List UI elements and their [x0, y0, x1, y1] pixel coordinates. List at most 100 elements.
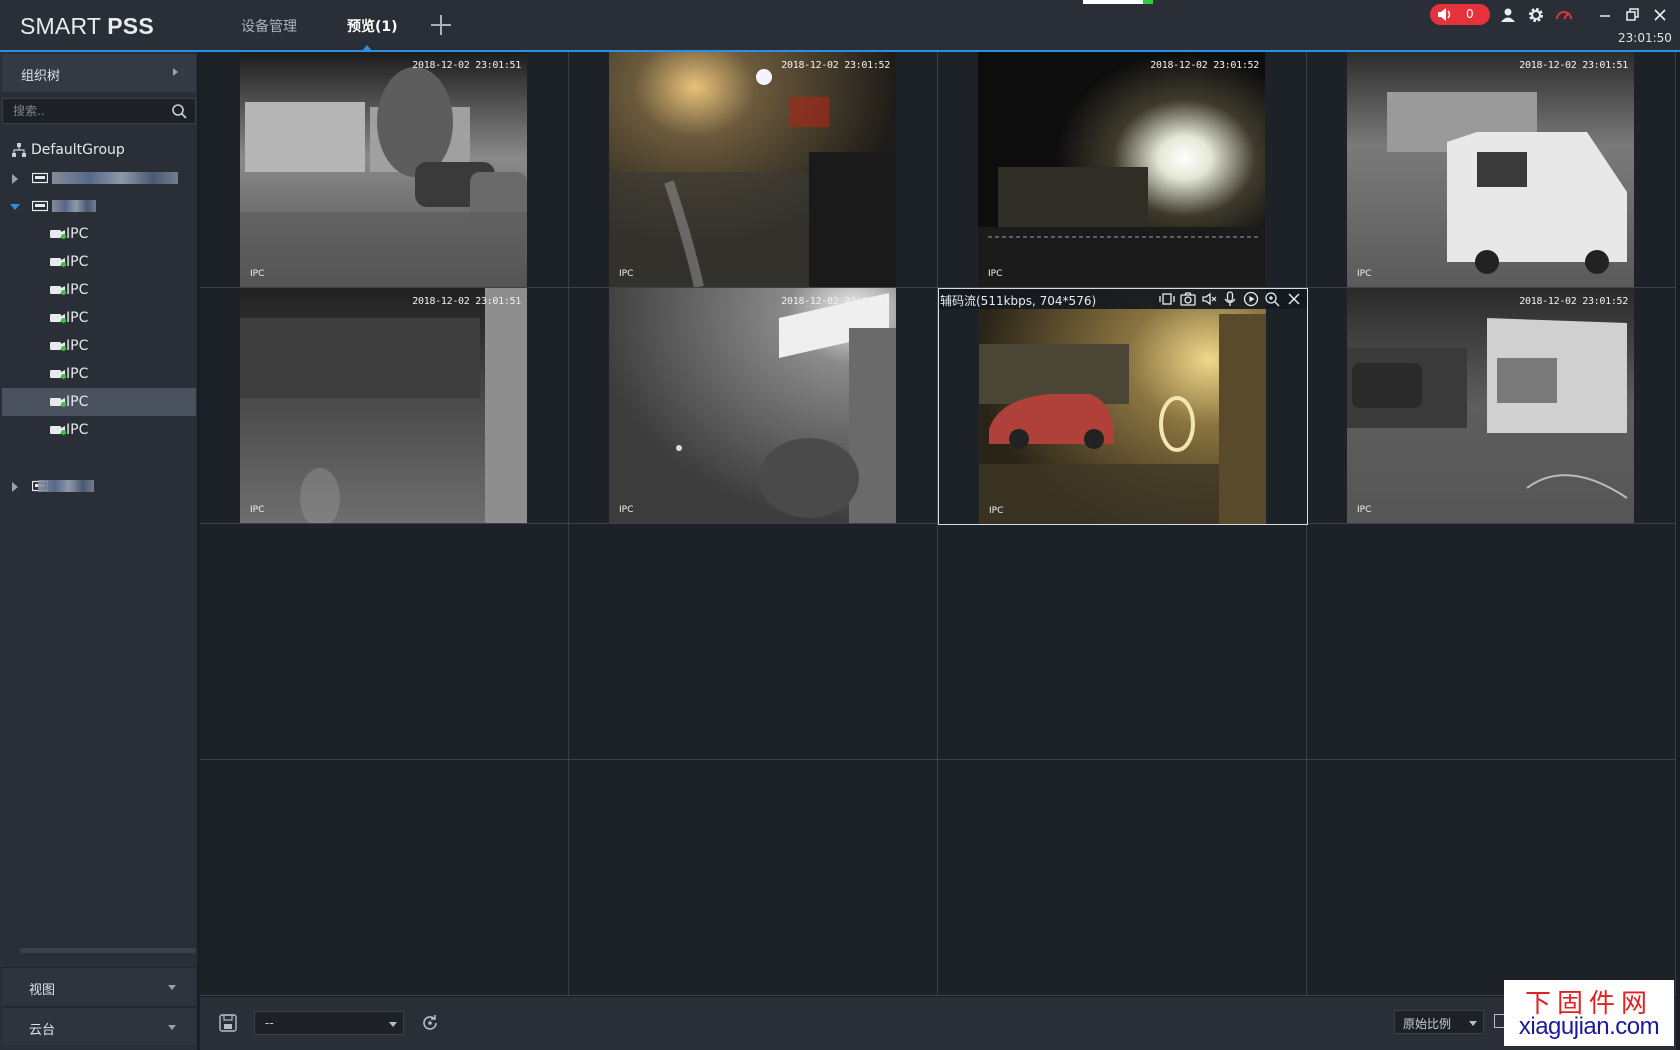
video-feed: 2018-12-02 23:01:52 IPC	[978, 52, 1265, 287]
chevron-down-icon	[168, 985, 176, 990]
restore-icon[interactable]	[1623, 6, 1641, 24]
user-icon[interactable]	[1499, 6, 1517, 24]
camera-snapshot-icon[interactable]	[1180, 291, 1196, 307]
tree-root-group[interactable]: DefaultGroup	[2, 136, 196, 164]
feed-channel-label: IPC	[989, 506, 1004, 516]
refresh-icon[interactable]	[420, 1013, 440, 1033]
redacted-device-name	[38, 480, 94, 492]
ipc-camera-icon	[50, 342, 66, 351]
ipc-camera-icon	[50, 286, 66, 295]
video-window-10[interactable]	[569, 524, 938, 760]
feed-timestamp: 2018-12-02 23:01:51	[412, 296, 521, 307]
feed-channel-label: IPC	[1357, 505, 1372, 515]
video-window-5[interactable]: 2018-12-02 23:01:51 IPC	[200, 288, 569, 524]
tree-channel[interactable]: IPC	[2, 304, 196, 332]
video-window-8[interactable]: 2018-12-02 23:01:52 IPC	[1307, 288, 1676, 524]
microphone-icon[interactable]	[1222, 291, 1238, 307]
app-logo: SMART PSS	[20, 13, 154, 39]
tree-channel[interactable]: IPC	[2, 220, 196, 248]
video-feed: 2018-12-02 23:01:51 IPC	[609, 288, 896, 523]
alarm-button[interactable]: 0	[1430, 4, 1490, 25]
ptz-panel-header[interactable]: 云台	[2, 1007, 196, 1045]
redacted-device-name	[52, 200, 96, 212]
video-feed: IPC	[979, 289, 1266, 524]
search-input[interactable]	[13, 103, 163, 119]
video-window-6[interactable]: 2018-12-02 23:01:51 IPC	[569, 288, 938, 524]
root-group-label: DefaultGroup	[31, 142, 125, 158]
video-window-1[interactable]: 2018-12-02 23:01:51 IPC	[200, 52, 569, 288]
video-window-4[interactable]: 2018-12-02 23:01:51 IPC	[1307, 52, 1676, 288]
window-drag-strip	[1083, 0, 1153, 4]
org-tree-header[interactable]: 组织树	[2, 54, 196, 92]
channel-label: IPC	[66, 422, 89, 438]
feed-timestamp: 2018-12-02 23:01:52	[1150, 60, 1259, 71]
expand-caret-icon[interactable]	[12, 482, 18, 492]
tree-device-1[interactable]	[2, 164, 196, 192]
video-window-14[interactable]	[569, 760, 938, 996]
expand-arrow-icon	[173, 68, 178, 76]
feed-channel-label: IPC	[250, 505, 265, 515]
tree-device-3[interactable]	[2, 472, 196, 500]
chevron-down-icon	[1469, 1021, 1477, 1026]
channel-label: IPC	[66, 254, 89, 270]
search-icon[interactable]	[171, 103, 187, 119]
close-icon[interactable]	[1651, 6, 1669, 24]
tree-channel[interactable]: IPC	[2, 332, 196, 360]
view-panel-label: 视图	[29, 983, 56, 998]
ipc-camera-icon	[50, 258, 66, 267]
gear-icon[interactable]	[1527, 6, 1545, 24]
aspect-ratio-value: 原始比例	[1403, 1017, 1452, 1031]
add-tab-button[interactable]	[428, 12, 454, 38]
performance-gauge-icon[interactable]	[1555, 6, 1573, 24]
org-structure-icon	[12, 143, 26, 157]
ipc-camera-icon	[50, 370, 66, 379]
zoom-in-icon[interactable]	[1264, 291, 1280, 307]
tab-device-management[interactable]: 设备管理	[241, 16, 297, 36]
view-select-value: --	[265, 1016, 274, 1030]
ipc-camera-icon	[50, 398, 66, 407]
channel-label: IPC	[66, 226, 89, 242]
stream-toolbar: 辅码流(511kbps, 704*576)	[939, 289, 1307, 309]
audio-mute-icon[interactable]	[1201, 291, 1217, 307]
tab-preview[interactable]: 预览(1)	[347, 16, 398, 36]
video-window-9[interactable]	[200, 524, 569, 760]
tree-device-2[interactable]	[2, 192, 196, 220]
video-feed: 2018-12-02 23:01:51 IPC	[240, 288, 527, 523]
expand-caret-icon[interactable]	[12, 174, 18, 184]
collapse-caret-icon[interactable]	[10, 204, 20, 210]
tree-channel[interactable]: IPC	[2, 416, 196, 444]
close-window-icon[interactable]	[1286, 291, 1302, 307]
video-window-3[interactable]: 2018-12-02 23:01:52 IPC	[938, 52, 1307, 288]
sidebar-scrollbar[interactable]	[20, 948, 196, 953]
channel-label: IPC	[66, 394, 89, 410]
tree-channel[interactable]: IPC	[2, 248, 196, 276]
fit-window-icon[interactable]	[1159, 291, 1175, 307]
sidebar: 组织树 DefaultGroup IPC IPC IPC IPC IPC IPC IPC IP…	[0, 52, 199, 1050]
view-panel-header[interactable]: 视图	[2, 967, 196, 1005]
aspect-ratio-select[interactable]: 原始比例	[1394, 1010, 1484, 1034]
tree-channel[interactable]: IPC	[2, 276, 196, 304]
video-window-15[interactable]	[938, 760, 1307, 996]
channel-label: IPC	[66, 310, 89, 326]
save-view-icon[interactable]	[218, 1013, 238, 1033]
video-window-12[interactable]	[1307, 524, 1676, 760]
minimize-icon[interactable]	[1596, 6, 1614, 24]
chevron-down-icon	[389, 1022, 397, 1027]
feed-timestamp: 2018-12-02 23:01:51	[1519, 60, 1628, 71]
view-select[interactable]: --	[254, 1011, 404, 1035]
video-window-13[interactable]	[200, 760, 569, 996]
bottom-toolbar: -- 原始比例	[200, 996, 1676, 1050]
redacted-device-name	[52, 172, 178, 184]
tree-channel[interactable]: IPC	[2, 388, 196, 416]
site-watermark: 下固件网 xiagujian.com	[1504, 980, 1674, 1046]
system-clock: 23:01:50	[1618, 31, 1672, 45]
record-play-icon[interactable]	[1243, 291, 1259, 307]
video-window-2[interactable]: 2018-12-02 23:01:52 IPC	[569, 52, 938, 288]
video-window-7[interactable]: IPC 辅码流(511kbps, 704*576)	[938, 288, 1308, 525]
feed-channel-label: IPC	[988, 269, 1003, 279]
ipc-camera-icon	[50, 314, 66, 323]
video-window-16[interactable]	[1307, 760, 1676, 996]
top-bar: SMART PSS 设备管理 预览(1) 0 23:01:50	[0, 0, 1680, 52]
tree-channel[interactable]: IPC	[2, 360, 196, 388]
video-window-11[interactable]	[938, 524, 1307, 760]
